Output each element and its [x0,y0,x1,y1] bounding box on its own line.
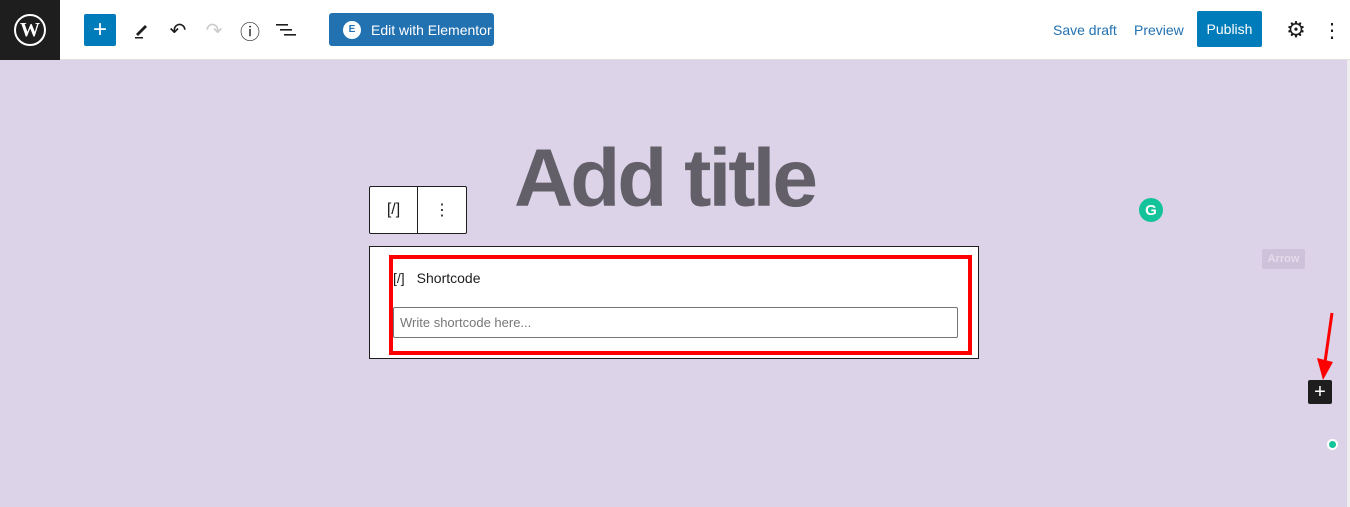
edit-with-elementor-button[interactable]: E Edit with Elementor [329,13,494,46]
shortcode-title: Shortcode [416,270,481,286]
preview-button[interactable]: Preview [1134,22,1184,38]
save-draft-button[interactable]: Save draft [1053,22,1117,38]
grammarly-icon[interactable]: G [1139,198,1163,222]
shortcode-icon: [/] [393,270,405,286]
more-vertical-icon: ⋮ [434,202,450,219]
redo-button[interactable]: ↷ [200,16,228,44]
undo-button[interactable]: ↶ [164,16,192,44]
pencil-icon [135,25,147,39]
list-view-icon [276,24,296,36]
post-title-input[interactable]: Add title [514,132,818,226]
editor-header: W + ↶ ↷ ⓘ E Edit with Elementor Save draf… [0,0,1350,60]
settings-button[interactable]: ⚙ [1282,16,1310,44]
tools-button[interactable] [128,16,156,44]
red-arrow-annotation [1317,312,1334,380]
arrow-label: Arrow [1262,249,1305,269]
publish-button[interactable]: Publish [1197,11,1262,47]
redo-icon: ↷ [205,19,223,42]
block-type-button[interactable]: [/] [370,187,418,233]
block-toolbar: [/] ⋮ [369,186,467,234]
elementor-icon: E [343,20,361,39]
elementor-label: Edit with Elementor [371,21,492,38]
info-icon: ⓘ [240,21,260,44]
options-button[interactable]: ⋮ [1318,16,1346,44]
add-block-inline-button[interactable]: + [1308,380,1332,404]
more-vertical-icon: ⋮ [1322,19,1342,42]
shortcode-icon: [/] [386,201,401,218]
wordpress-logo-button[interactable]: W [0,0,60,60]
undo-icon: ↶ [169,19,187,42]
list-view-button[interactable] [272,16,300,44]
block-options-button[interactable]: ⋮ [418,187,466,233]
details-button[interactable]: ⓘ [236,16,264,44]
shortcode-label: [/] Shortcode [393,270,481,286]
wordpress-icon: W [14,14,46,46]
gear-icon: ⚙ [1286,17,1306,42]
grammarly-status-dot [1327,439,1338,450]
add-block-button[interactable]: + [84,14,116,46]
shortcode-input[interactable] [393,307,958,338]
